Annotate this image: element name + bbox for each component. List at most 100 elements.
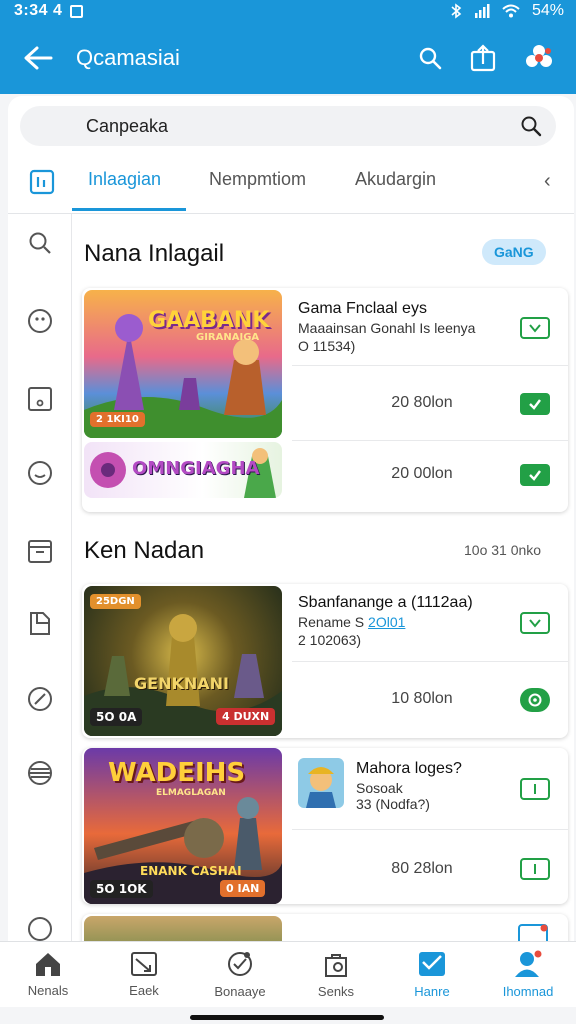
game-card-partial[interactable] [82,914,568,941]
rail-more-icon[interactable] [25,914,55,941]
list-item[interactable]: Gama Fnclaal eys Maaainsan Gonahl Is lee… [292,288,568,366]
game-card-featured[interactable]: GAABANK GIRANAIGA 2 1KI10 OMNGIAGHA Gama… [82,288,568,512]
back-arrow-icon [24,46,53,70]
nav-item-senks[interactable]: Senks [288,942,384,1007]
game-thumbnail[interactable]: GAABANK GIRANAIGA 2 1KI10 [84,290,282,438]
nav-item-ihomnad[interactable]: Ihomnad [480,942,576,1007]
thumbnail-title: GENKNANI [134,674,229,693]
item-link[interactable]: 2Ol01 [368,614,405,630]
install-button[interactable] [520,612,550,634]
back-button[interactable] [0,45,76,71]
rail-search-icon[interactable] [25,228,55,258]
section-title-featured: Nana Inlagail [84,240,225,267]
home-indicator[interactable] [190,1015,384,1020]
chat-icon [228,952,252,976]
nav-item-nenals[interactable]: Nenals [0,942,96,1007]
list-item[interactable]: 80 28lon [292,830,568,904]
item-meta: 2 102063) [298,632,362,648]
item-size: 20 80lon [391,394,453,411]
item-size: 10 80lon [391,690,453,707]
notification-icon [70,4,84,18]
bluetooth-icon [451,3,462,19]
list-item[interactable]: 20 80lon [292,366,568,441]
rail-calendar-icon[interactable] [25,536,55,566]
search-input[interactable]: Canpeaka [86,116,168,137]
rail-badge-icon[interactable] [25,306,55,336]
flag-icon [534,864,536,874]
share-icon[interactable] [470,44,496,72]
search-icon[interactable] [418,46,442,70]
download-icon [529,619,541,628]
item-size: 20 00lon [391,465,453,482]
item-meta: O 11534) [298,338,356,354]
check-icon [529,399,541,410]
battery-level: 54% [531,2,564,19]
chevron-left-icon[interactable]: ‹ [544,170,551,193]
chart-icon [131,952,157,976]
item-subtitle-text: Rename S [298,614,365,630]
list-item[interactable]: 10 80lon [292,662,568,738]
app-icon [518,924,548,941]
profile-icon [515,950,542,977]
inbox-icon [419,952,445,976]
nav-label: Nenals [27,983,69,998]
thumbnail-caption: ENANK CASHAI [140,864,242,878]
install-button[interactable] [520,858,550,880]
app-logo-icon[interactable] [524,43,554,73]
search-bar[interactable]: Canpeaka [20,106,556,146]
app-icon [298,758,344,808]
active-tab-indicator [72,208,186,211]
game-card[interactable]: WADEIHS ELMAGLAGAN ENANK CASHAI 5O 1OK 0… [82,748,568,904]
rail-menu-icon[interactable] [25,758,55,788]
rail-smiley-icon[interactable] [25,458,55,488]
flag-icon [534,784,536,794]
check-button[interactable] [520,393,550,415]
item-title: Gama Fnclaal eys [298,300,427,317]
list-item[interactable]: 20 00lon [292,441,568,512]
item-subtitle: Maaainsan Gonahl Is leenya [298,320,476,336]
install-button[interactable] [520,778,550,800]
status-badge[interactable]: GaNG [482,239,546,265]
thumbnail-subtitle: ELMAGLAGAN [156,788,226,798]
main-sheet: Canpeaka Inlaagian Nempmtiom Akudargin ‹ [8,96,574,941]
nav-label: Eaek [129,983,159,998]
install-button[interactable] [520,317,550,339]
item-title: Mahora loges? [356,760,462,777]
status-bar: 3:34 4 54% [0,0,576,22]
nav-item-eaek[interactable]: Eaek [96,942,192,1007]
side-rail [8,214,72,941]
tab-akudargin[interactable]: Akudargin [355,169,436,190]
play-button[interactable] [520,688,550,712]
tab-grid-icon[interactable] [28,168,56,196]
item-size: 80 28lon [391,860,453,877]
rail-square-icon[interactable] [25,384,55,414]
item-meta: 33 (Nodfa?) [356,796,430,812]
game-thumbnail[interactable]: 25DGN GENKNANI 5O 0A 4 DUXN [84,586,282,736]
nav-item-hanre[interactable]: Hanre [384,942,480,1007]
list-item[interactable]: Mahora loges? Sosoak 33 (Nodfa?) [292,748,568,830]
nav-item-bonaaye[interactable]: Bonaaye [192,942,288,1007]
check-button[interactable] [520,464,550,486]
search-icon[interactable] [520,115,542,137]
thumbnail-subtitle: GIRANAIGA [196,332,260,343]
nav-label: Senks [317,984,355,999]
thumbnail-title: OMNGIAGHA [132,458,260,479]
tab-inlaagian[interactable]: Inlaagian [88,169,161,190]
rail-compass-icon[interactable] [25,684,55,714]
nav-label: Bonaaye [214,984,266,999]
thumbnail-tag: 2 1KI10 [90,412,145,427]
game-thumbnail-small[interactable]: OMNGIAGHA [84,442,282,498]
rail-document-icon[interactable] [25,608,55,638]
item-subtitle: Rename S 2Ol01 [298,614,405,630]
wifi-icon [502,4,520,18]
game-thumbnail[interactable] [84,916,282,941]
item-title: Sbanfanange a (1112aa) [298,594,473,611]
thumbnail-tag: 25DGN [90,594,141,609]
game-thumbnail[interactable]: WADEIHS ELMAGLAGAN ENANK CASHAI 5O 1OK 0… [84,748,282,904]
section-title-new: Ken Nadan [84,537,205,564]
app-title: Qcamasiai [76,45,180,70]
tab-nempmtiom[interactable]: Nempmtiom [209,169,306,190]
list-item[interactable]: Sbanfanange a (1112aa) Rename S 2Ol01 2 … [292,584,568,662]
home-icon [36,953,60,976]
game-card[interactable]: 25DGN GENKNANI 5O 0A 4 DUXN Sbanfanange … [82,584,568,738]
